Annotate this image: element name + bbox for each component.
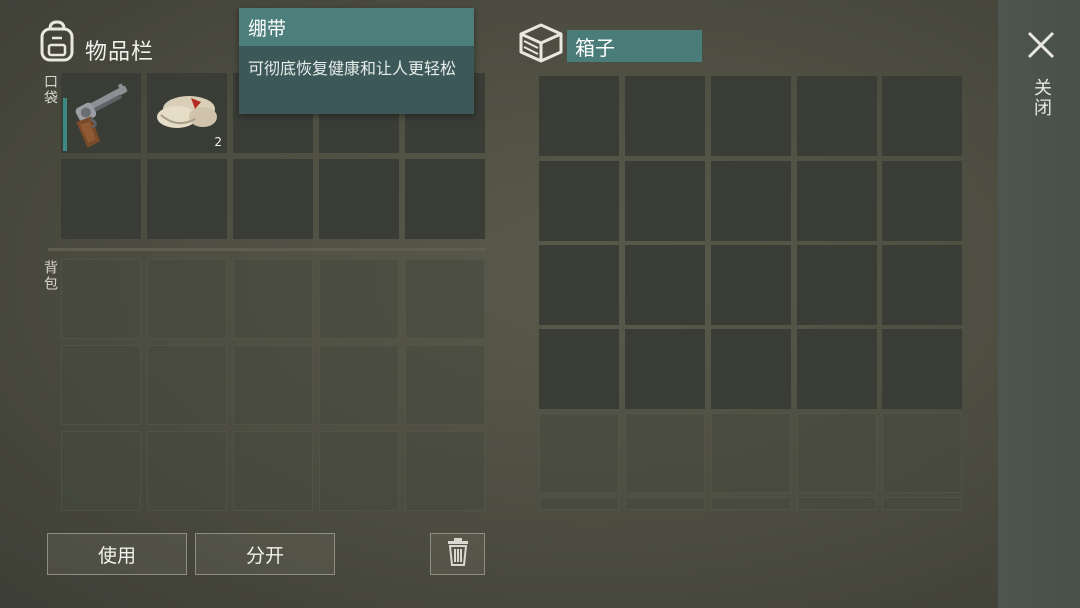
box-slot[interactable] — [711, 245, 791, 325]
revolver-icon — [65, 77, 139, 153]
box-slot[interactable] — [625, 245, 705, 325]
split-button[interactable]: 分开 — [195, 533, 335, 575]
close-button[interactable]: 关闭 — [1020, 26, 1062, 130]
box-slot[interactable] — [882, 413, 962, 493]
box-slot[interactable] — [882, 497, 962, 510]
backpack-icon — [38, 20, 76, 62]
item-count: 2 — [214, 135, 222, 149]
box-slot[interactable] — [711, 329, 791, 409]
backpack-slot[interactable] — [147, 345, 227, 425]
item-tooltip: 绷带 可彻底恢复健康和让人更轻松 — [239, 8, 474, 114]
box-slot[interactable] — [797, 76, 877, 156]
backpack-slot[interactable] — [233, 431, 313, 511]
box-slot[interactable] — [711, 413, 791, 493]
box-slot[interactable] — [797, 497, 877, 510]
box-slot[interactable] — [882, 245, 962, 325]
backpack-slot[interactable] — [233, 259, 313, 339]
delete-button[interactable] — [430, 533, 485, 575]
close-label: 关闭 — [1031, 78, 1052, 118]
backpack-slot[interactable] — [319, 345, 399, 425]
close-icon — [1026, 30, 1056, 64]
pocket-slot-10[interactable] — [405, 159, 485, 239]
box-slot[interactable] — [797, 329, 877, 409]
box-slot[interactable] — [539, 161, 619, 241]
backpack-slot[interactable] — [405, 431, 485, 511]
trash-icon — [447, 537, 469, 571]
box-slot[interactable] — [539, 413, 619, 493]
box-slot[interactable] — [625, 329, 705, 409]
pocket-label: 口袋 — [42, 74, 58, 106]
box-slot[interactable] — [797, 413, 877, 493]
box-slot[interactable] — [625, 497, 705, 510]
box-slot[interactable] — [711, 161, 791, 241]
backpack-slot[interactable] — [147, 259, 227, 339]
box-slot[interactable] — [539, 76, 619, 156]
backpack-slot[interactable] — [61, 431, 141, 511]
box-slot[interactable] — [711, 76, 791, 156]
tooltip-description: 可彻底恢复健康和让人更轻松 — [248, 59, 457, 78]
bandage-icon — [155, 89, 219, 137]
box-slot[interactable] — [882, 161, 962, 241]
box-slot[interactable] — [797, 161, 877, 241]
backpack-slot[interactable] — [405, 259, 485, 339]
backpack-slot[interactable] — [61, 345, 141, 425]
box-slot[interactable] — [625, 76, 705, 156]
backpack-slot[interactable] — [319, 259, 399, 339]
pocket-slot-2[interactable]: 2 — [147, 73, 227, 153]
pocket-slot-7[interactable] — [147, 159, 227, 239]
pocket-slot-9[interactable] — [319, 159, 399, 239]
box-slot[interactable] — [625, 413, 705, 493]
backpack-slot[interactable] — [61, 259, 141, 339]
inventory-title: 物品栏 — [85, 40, 155, 65]
tooltip-title: 绷带 — [239, 8, 474, 46]
backpack-label: 背包 — [42, 260, 58, 292]
pocket-slot-1[interactable] — [61, 73, 141, 153]
box-title: 箱子 — [567, 30, 702, 62]
box-slot[interactable] — [625, 161, 705, 241]
box-slot[interactable] — [882, 76, 962, 156]
use-button[interactable]: 使用 — [47, 533, 187, 575]
box-slot[interactable] — [539, 329, 619, 409]
box-slot[interactable] — [797, 245, 877, 325]
backpack-slot[interactable] — [147, 431, 227, 511]
box-slot[interactable] — [539, 497, 619, 510]
box-slot[interactable] — [711, 497, 791, 510]
box-icon — [518, 22, 564, 64]
backpack-slot[interactable] — [319, 431, 399, 511]
box-slot[interactable] — [539, 245, 619, 325]
pocket-slot-8[interactable] — [233, 159, 313, 239]
pocket-slot-6[interactable] — [61, 159, 141, 239]
backpack-slot[interactable] — [233, 345, 313, 425]
section-divider — [48, 248, 486, 251]
backpack-slot[interactable] — [405, 345, 485, 425]
box-slot[interactable] — [882, 329, 962, 409]
